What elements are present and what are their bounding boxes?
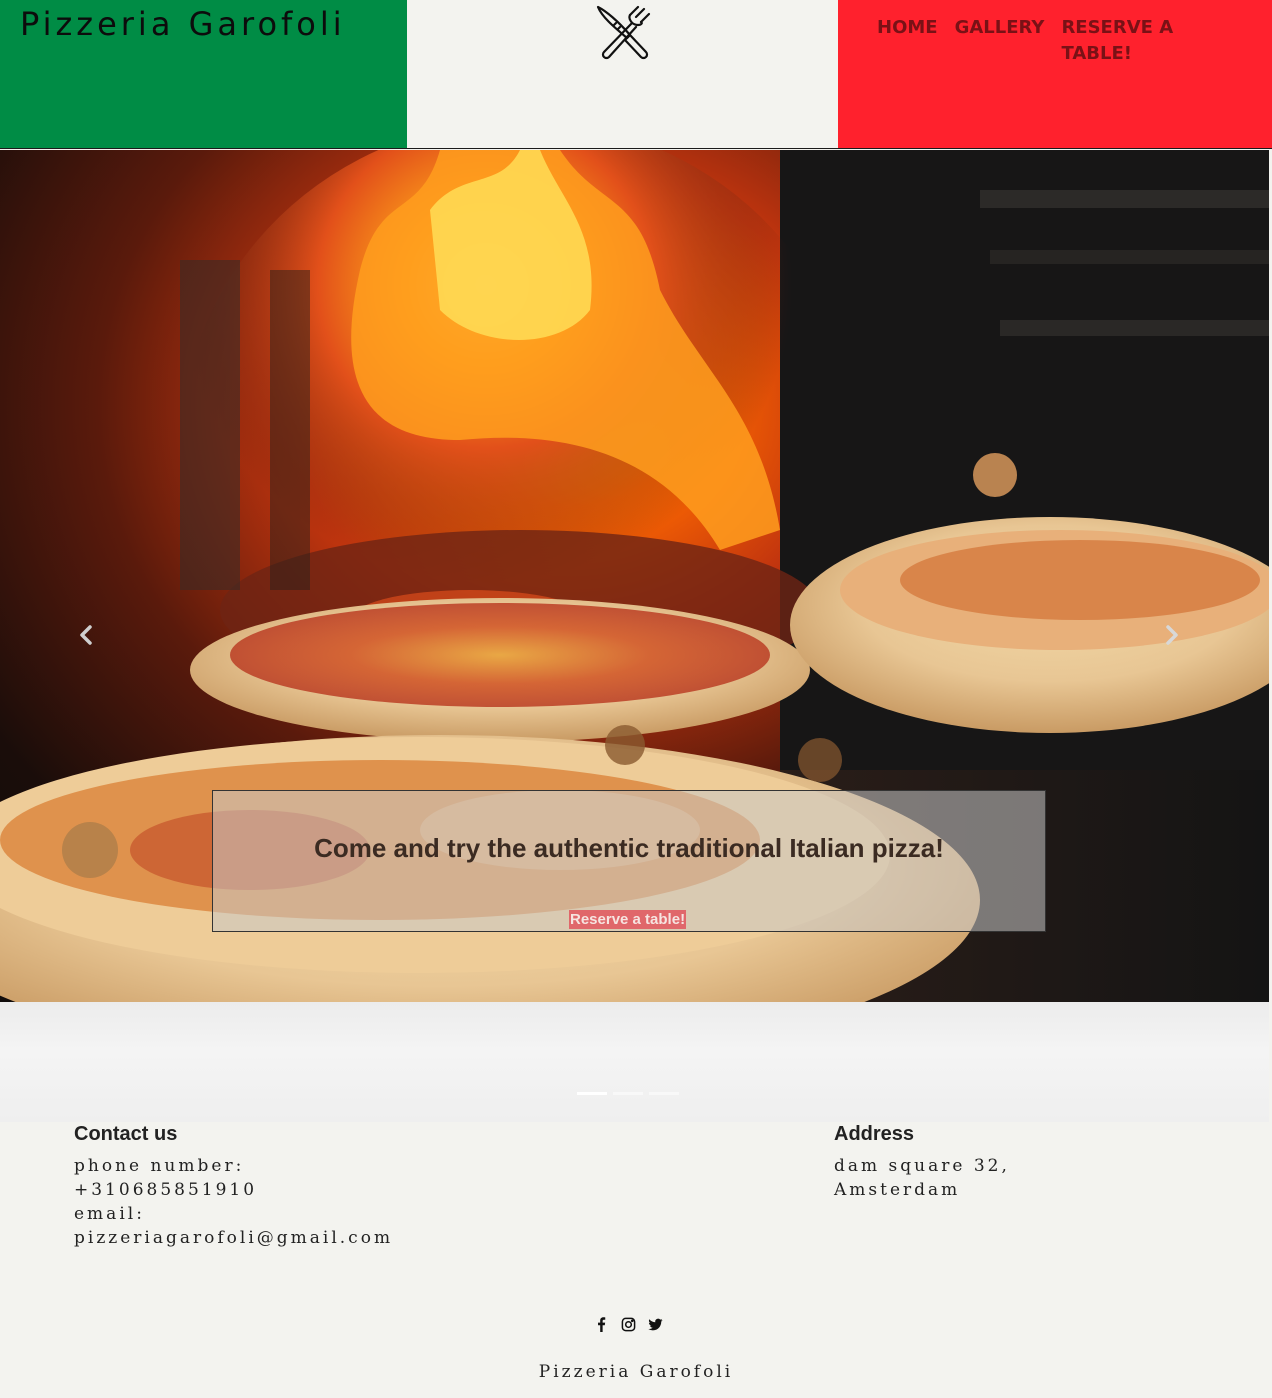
facebook-icon <box>598 1317 606 1332</box>
fork-knife-crossed-icon[interactable] <box>594 3 654 61</box>
chevron-right-icon <box>1166 625 1178 645</box>
instagram-link[interactable] <box>620 1316 637 1333</box>
header-green-panel: Pizzeria Garofoli <box>0 0 407 148</box>
carousel-indicators <box>577 1092 679 1095</box>
social-links <box>593 1316 664 1333</box>
texture-band <box>0 1002 1269 1122</box>
site-header: Pizzeria Garofoli HOME GALLERY RESERVE A… <box>0 0 1272 149</box>
carousel-indicator-1[interactable] <box>577 1092 607 1095</box>
carousel-indicator-3[interactable] <box>649 1092 679 1095</box>
twitter-link[interactable] <box>647 1316 664 1333</box>
nav-reserve-table[interactable]: RESERVE A TABLE! <box>1061 15 1173 67</box>
twitter-icon <box>648 1318 663 1331</box>
address-line-2: Amsterdam <box>834 1180 961 1200</box>
header-white-panel <box>407 0 838 148</box>
contact-section: Contact us phone number: +310685851910 e… <box>74 1122 393 1250</box>
email-address[interactable]: pizzeriagarofoli@gmail.com <box>74 1226 393 1250</box>
address-heading: Address <box>834 1123 915 1145</box>
email-label: email: <box>74 1204 145 1224</box>
address-details: dam square 32, Amsterdam <box>834 1154 1010 1202</box>
site-footer: Contact us phone number: +310685851910 e… <box>0 1122 1272 1398</box>
contact-heading: Contact us <box>74 1123 178 1145</box>
nav-home[interactable]: HOME <box>877 15 938 41</box>
carousel-next-button[interactable] <box>1157 615 1187 655</box>
header-red-panel: HOME GALLERY RESERVE A TABLE! <box>838 0 1272 148</box>
phone-label: phone number: <box>74 1156 245 1176</box>
address-line-1: dam square 32, <box>834 1156 1010 1176</box>
carousel-caption: Come and try the authentic traditional I… <box>212 790 1046 932</box>
nav-gallery[interactable]: GALLERY <box>955 15 1045 41</box>
hero-carousel: Come and try the authentic traditional I… <box>0 150 1269 1002</box>
caption-headline: Come and try the authentic traditional I… <box>314 833 944 863</box>
carousel-prev-button[interactable] <box>71 615 101 655</box>
contact-details: phone number: +310685851910 email: pizze… <box>74 1154 393 1250</box>
reserve-table-button[interactable]: Reserve a table! <box>569 910 687 929</box>
facebook-link[interactable] <box>593 1316 610 1333</box>
carousel-indicator-2[interactable] <box>613 1092 643 1095</box>
footer-brand: Pizzeria Garofoli <box>538 1362 734 1382</box>
site-brand[interactable]: Pizzeria Garofoli <box>20 5 346 43</box>
instagram-icon <box>621 1317 636 1332</box>
chevron-left-icon <box>80 625 92 645</box>
address-section: Address dam square 32, Amsterdam <box>834 1122 1010 1202</box>
phone-number[interactable]: +310685851910 <box>74 1178 393 1202</box>
main-nav: HOME GALLERY RESERVE A TABLE! <box>877 15 1173 67</box>
